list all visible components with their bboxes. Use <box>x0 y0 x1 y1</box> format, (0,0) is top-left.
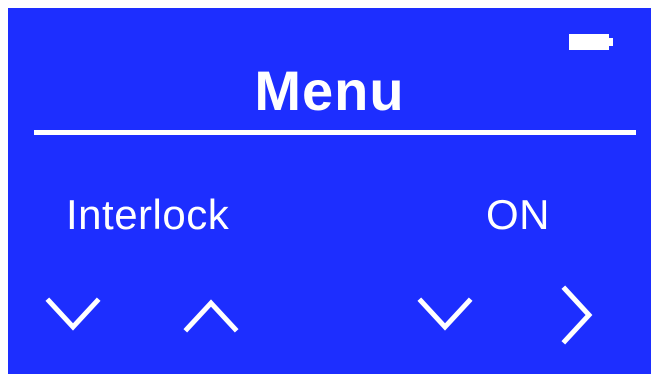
page-title: Menu <box>254 59 405 122</box>
value-down-button[interactable] <box>410 280 480 350</box>
device-screen: Menu Interlock ON <box>8 8 651 374</box>
chevron-down-icon <box>45 297 101 331</box>
enter-button[interactable] <box>542 280 612 350</box>
title-divider <box>34 130 636 135</box>
chevron-down-icon <box>417 297 473 331</box>
scroll-up-button[interactable] <box>176 280 246 350</box>
chevron-up-icon <box>183 299 239 333</box>
chevron-right-icon <box>561 285 593 345</box>
scroll-down-button[interactable] <box>38 280 108 350</box>
setting-value[interactable]: ON <box>486 191 550 239</box>
battery-icon <box>569 34 613 50</box>
setting-label: Interlock <box>66 191 230 238</box>
